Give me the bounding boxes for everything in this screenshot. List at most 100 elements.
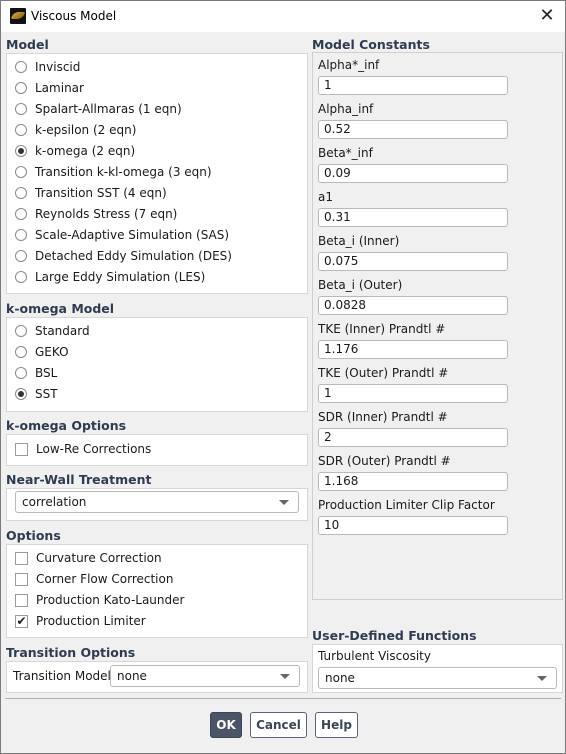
constant-input[interactable]: 1.168 — [318, 472, 508, 491]
options-item-label: Corner Flow Correction — [36, 572, 174, 586]
checkbox-unchecked-icon[interactable] — [15, 593, 28, 607]
constant-label: SDR (Inner) Prandtl # — [318, 410, 448, 424]
radio-unselected-icon[interactable] — [15, 250, 27, 262]
radio-unselected-icon[interactable] — [15, 187, 27, 199]
constant-label: SDR (Outer) Prandtl # — [318, 454, 451, 468]
model-option[interactable]: Detached Eddy Simulation (DES) — [15, 247, 232, 265]
komega-options-item[interactable]: Low-Re Corrections — [15, 440, 151, 458]
model-option-label: Inviscid — [35, 60, 81, 74]
radio-unselected-icon[interactable] — [15, 166, 27, 178]
title-bar[interactable]: Viscous Model ✕ — [1, 1, 565, 32]
model-option[interactable]: Inviscid — [15, 58, 80, 76]
model-option[interactable]: k-omega (2 eqn) — [15, 142, 135, 160]
checkbox-checked-icon[interactable]: ✔ — [15, 614, 28, 628]
constant-input[interactable]: 1 — [318, 384, 508, 403]
checkbox-unchecked-icon[interactable] — [15, 572, 28, 586]
options-item[interactable]: Corner Flow Correction — [15, 570, 173, 588]
radio-unselected-icon[interactable] — [15, 124, 27, 136]
radio-selected-icon[interactable] — [15, 388, 27, 400]
constant-input[interactable]: 0.075 — [318, 252, 508, 271]
model-option-label: Transition SST (4 eqn) — [35, 186, 167, 200]
constant-input[interactable]: 2 — [318, 428, 508, 447]
turbulent-viscosity-select[interactable]: none — [318, 667, 557, 689]
options-group: Curvature Correction Corner Flow Correcti… — [6, 544, 308, 638]
komega-options-item-label: Low-Re Corrections — [36, 442, 152, 456]
komega-options-group: Low-Re Corrections — [6, 434, 308, 466]
turbulent-viscosity-value: none — [325, 671, 355, 685]
radio-unselected-icon[interactable] — [15, 208, 27, 220]
model-radio-group: Inviscid Laminar Spalart-Allmaras (1 eqn) k… — [6, 53, 308, 294]
komega-model-option[interactable]: GEKO — [15, 343, 69, 361]
constant-label: Production Limiter Clip Factor — [318, 498, 495, 512]
radio-unselected-icon[interactable] — [15, 367, 27, 379]
near-wall-treatment-value: correlation — [22, 495, 87, 509]
checkbox-unchecked-icon[interactable] — [15, 442, 28, 456]
radio-selected-icon[interactable] — [15, 145, 27, 157]
constant-input[interactable]: 1 — [318, 76, 508, 95]
options-item[interactable]: Production Kato-Launder — [15, 591, 184, 609]
divider — [5, 698, 561, 699]
near-wall-section-title: Near-Wall Treatment — [6, 472, 152, 487]
ok-button[interactable]: OK — [210, 712, 242, 738]
constant-label: TKE (Inner) Prandtl # — [318, 322, 446, 336]
komega-model-option[interactable]: Standard — [15, 322, 90, 340]
radio-unselected-icon[interactable] — [15, 103, 27, 115]
transition-model-select[interactable]: none — [110, 665, 300, 687]
model-option[interactable]: Spalart-Allmaras (1 eqn) — [15, 100, 182, 118]
constant-input[interactable]: 0.31 — [318, 208, 508, 227]
viscous-model-dialog: Viscous Model ✕ Model Inviscid Laminar Spa… — [0, 0, 566, 754]
constant-input[interactable]: 0.09 — [318, 164, 508, 183]
transition-options-section-title: Transition Options — [6, 645, 136, 660]
options-item[interactable]: ✔ Production Limiter — [15, 612, 146, 630]
chevron-down-icon — [537, 676, 547, 681]
model-option-label: Scale-Adaptive Simulation (SAS) — [35, 228, 230, 242]
model-option[interactable]: Scale-Adaptive Simulation (SAS) — [15, 226, 229, 244]
radio-unselected-icon[interactable] — [15, 82, 27, 94]
constant-input[interactable]: 10 — [318, 516, 508, 535]
model-option[interactable]: Reynolds Stress (7 eqn) — [15, 205, 177, 223]
model-option[interactable]: Large Eddy Simulation (LES) — [15, 268, 205, 286]
constant-input[interactable]: 0.0828 — [318, 296, 508, 315]
komega-model-option[interactable]: SST — [15, 385, 58, 403]
komega-model-option-label: BSL — [35, 366, 58, 380]
checkbox-unchecked-icon[interactable] — [15, 551, 28, 565]
model-option-label: Large Eddy Simulation (LES) — [35, 270, 206, 284]
constant-input[interactable]: 1.176 — [318, 340, 508, 359]
constant-input[interactable]: 0.52 — [318, 120, 508, 139]
options-section-title: Options — [6, 528, 61, 543]
help-button[interactable]: Help — [315, 712, 358, 738]
radio-unselected-icon[interactable] — [15, 271, 27, 283]
model-option-label: Reynolds Stress (7 eqn) — [35, 207, 178, 221]
window-title: Viscous Model — [31, 9, 117, 23]
model-constants-panel[interactable]: Alpha*_inf 1 Alpha_inf 0.52 Beta*_inf 0.09 a1 0… — [312, 52, 563, 600]
komega-model-option-label: GEKO — [35, 345, 69, 359]
radio-unselected-icon[interactable] — [15, 346, 27, 358]
options-item-label: Production Limiter — [36, 614, 146, 628]
near-wall-treatment-select[interactable]: correlation — [15, 491, 299, 513]
chevron-down-icon — [280, 674, 290, 679]
udf-section-title: User-Defined Functions — [312, 628, 477, 643]
komega-options-section-title: k-omega Options — [6, 418, 127, 433]
model-option-label: Transition k-kl-omega (3 eqn) — [35, 165, 212, 179]
model-option[interactable]: Laminar — [15, 79, 84, 97]
constant-label: Beta_i (Inner) — [318, 234, 400, 248]
radio-unselected-icon[interactable] — [15, 229, 27, 241]
options-item-label: Production Kato-Launder — [36, 593, 185, 607]
radio-unselected-icon[interactable] — [15, 61, 27, 73]
close-icon[interactable]: ✕ — [535, 4, 559, 28]
cancel-button[interactable]: Cancel — [250, 712, 307, 738]
chevron-down-icon — [279, 500, 289, 505]
model-option-label: Spalart-Allmaras (1 eqn) — [35, 102, 182, 116]
constant-label: Beta*_inf — [318, 146, 373, 160]
komega-model-option-label: SST — [35, 387, 58, 401]
komega-model-option[interactable]: BSL — [15, 364, 57, 382]
model-option[interactable]: Transition SST (4 eqn) — [15, 184, 167, 202]
model-constants-section-title: Model Constants — [312, 37, 430, 52]
model-option[interactable]: Transition k-kl-omega (3 eqn) — [15, 163, 212, 181]
options-item[interactable]: Curvature Correction — [15, 549, 162, 567]
turbulent-viscosity-label: Turbulent Viscosity — [318, 649, 431, 663]
model-option[interactable]: k-epsilon (2 eqn) — [15, 121, 136, 139]
constant-label: Beta_i (Outer) — [318, 278, 403, 292]
model-option-label: k-epsilon (2 eqn) — [35, 123, 137, 137]
radio-unselected-icon[interactable] — [15, 325, 27, 337]
